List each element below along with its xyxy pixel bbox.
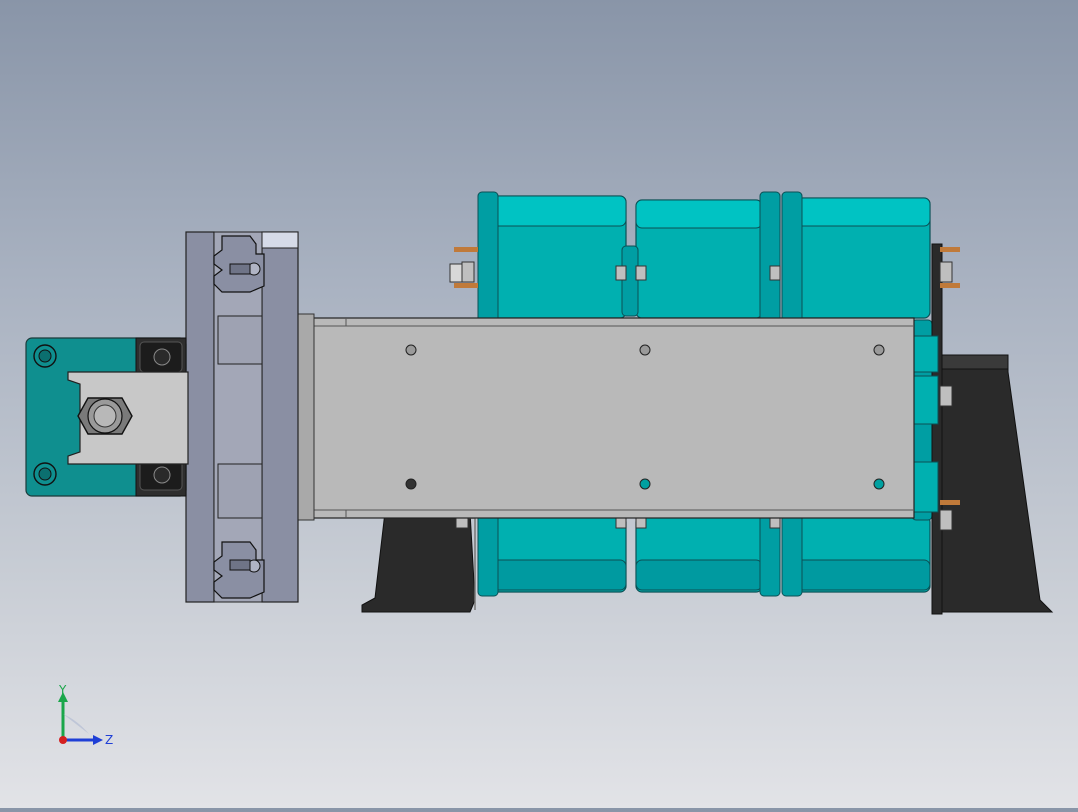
orientation-triad: Y Z xyxy=(45,683,125,754)
cad-viewport[interactable] xyxy=(0,0,1078,808)
hex-nut[interactable] xyxy=(77,397,133,435)
right-side-stack xyxy=(911,335,939,513)
z-axis-label: Z xyxy=(105,733,113,747)
triad-origin xyxy=(59,736,67,744)
right-support-bracket[interactable] xyxy=(939,354,1054,613)
y-axis-label: Y xyxy=(58,684,67,697)
linear-guide-bottom[interactable] xyxy=(213,541,265,599)
linear-guide-top[interactable] xyxy=(213,235,265,293)
main-cover-plate[interactable] xyxy=(311,317,915,519)
cad-model-view[interactable] xyxy=(0,0,1078,808)
